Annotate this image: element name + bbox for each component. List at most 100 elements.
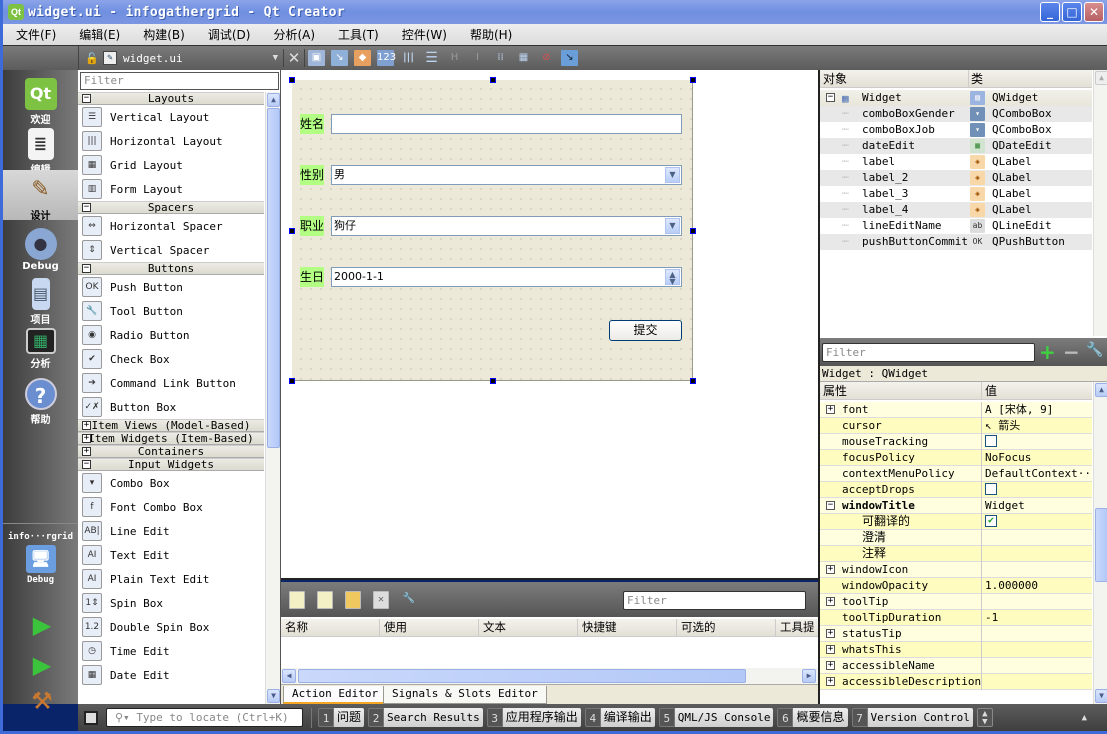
widget-item[interactable]: ▦ Date Edit — [78, 663, 264, 687]
label-gender[interactable]: 性别 — [300, 165, 324, 185]
widget-item[interactable]: ➔ Command Link Button — [78, 371, 264, 395]
column-header[interactable]: 工具提 — [776, 619, 818, 636]
scroll-right-icon[interactable]: ▶ — [802, 669, 816, 683]
output-pane-button[interactable]: 2 Search Results — [368, 708, 483, 727]
property-row[interactable]: mouseTracking — [820, 434, 1092, 450]
column-header[interactable]: 名称 — [281, 619, 380, 636]
output-pane-button[interactable]: 3 应用程序输出 — [486, 708, 581, 727]
configure-wrench-icon[interactable]: 🔧 — [401, 591, 417, 609]
object-tree-row[interactable]: ┈ comboBoxGender ▾ QComboBox — [820, 106, 1092, 122]
resize-handle[interactable] — [690, 228, 696, 234]
property-value[interactable]: DefaultContext··· — [981, 466, 1092, 482]
lock-icon[interactable]: 🔓 — [85, 52, 99, 65]
collapse-icon[interactable]: − — [82, 460, 91, 469]
collapse-icon[interactable]: − — [826, 93, 835, 102]
widget-item[interactable]: ⇕ Vertical Spacer — [78, 238, 264, 262]
output-pane-button[interactable]: 5 QML/JS Console — [658, 708, 774, 727]
property-checkbox[interactable] — [985, 435, 997, 447]
property-scrollbar[interactable]: ▲ ▼ — [1093, 382, 1107, 704]
chevron-down-icon[interactable]: ▼ — [665, 218, 680, 234]
property-row[interactable]: contextMenuPolicy DefaultContext··· — [820, 466, 1092, 482]
property-row[interactable]: acceptDrops — [820, 482, 1092, 498]
widget-item[interactable]: ✓✗ Button Box — [78, 395, 264, 419]
output-pane-button[interactable]: 4 编译输出 — [584, 708, 655, 727]
widget-item[interactable]: OK Push Button — [78, 275, 264, 299]
remove-property-icon[interactable]: − — [1063, 340, 1080, 364]
output-pane-button[interactable]: 6 概要信息 — [777, 708, 848, 727]
property-value[interactable] — [981, 674, 1092, 690]
scroll-thumb[interactable] — [1095, 508, 1107, 582]
form-widget[interactable]: 姓名 性别 男 ▼ 职业 狗仔 ▼ 生日 2000-1-1 ▲ ▼ 提交 — [292, 80, 693, 381]
property-row[interactable]: cursor ↖ 箭头 — [820, 418, 1092, 434]
widget-item[interactable]: ▾ Combo Box — [78, 471, 264, 495]
expand-icon[interactable]: + — [826, 645, 835, 654]
widget-item[interactable]: AB| Line Edit — [78, 519, 264, 543]
object-inspector-scrollbar[interactable]: ▲ — [1093, 70, 1107, 336]
object-tree-row[interactable]: ┈ label_4 ◈ QLabel — [820, 202, 1092, 218]
run-button[interactable]: ▶ — [27, 610, 57, 640]
edit-signals-slots-icon[interactable]: ↘ — [331, 50, 348, 66]
collapse-icon[interactable]: − — [82, 203, 91, 212]
widget-item[interactable]: ⇔ Horizontal Spacer — [78, 214, 264, 238]
expand-icon[interactable]: + — [826, 565, 835, 574]
chevron-down-icon[interactable]: ▼ — [665, 167, 680, 183]
debug-run-button[interactable]: ▶ — [27, 650, 57, 680]
property-filter-input[interactable]: Filter — [822, 343, 1035, 362]
menu-file[interactable]: 文件(F) — [3, 26, 66, 43]
scroll-up-icon[interactable]: ▲ — [267, 93, 280, 107]
configure-wrench-icon[interactable]: 🔧 — [1086, 342, 1103, 358]
expand-icon[interactable]: + — [82, 447, 91, 456]
widget-item[interactable]: 🔧 Tool Button — [78, 299, 264, 323]
splitter-horizontal-icon[interactable]: H — [446, 50, 463, 66]
scroll-up-icon[interactable]: ▲ — [1095, 383, 1107, 397]
name-line-edit[interactable] — [331, 114, 682, 134]
property-value[interactable] — [981, 562, 1092, 578]
mode-analyze[interactable]: ▦ 分析 — [3, 324, 78, 374]
output-pane-button[interactable]: 1 问题 — [318, 708, 365, 727]
property-value[interactable]: Widget — [981, 498, 1092, 514]
property-row[interactable]: − windowTitle Widget — [820, 498, 1092, 514]
collapse-icon[interactable]: − — [826, 501, 835, 510]
widget-category-header[interactable]: − Layouts — [78, 92, 264, 105]
build-hammer-button[interactable]: ⚒ — [27, 686, 57, 716]
expand-icon[interactable]: + — [826, 405, 835, 414]
widget-item[interactable]: 1⇕ Spin Box — [78, 591, 264, 615]
widget-category-header[interactable]: − Input Widgets — [78, 458, 264, 471]
mode-help[interactable]: ? 帮助 — [3, 374, 78, 426]
widget-item[interactable]: AI Plain Text Edit — [78, 567, 264, 591]
edit-buddies-icon[interactable]: ◆ — [354, 50, 371, 66]
form-design-canvas[interactable]: 姓名 性别 男 ▼ 职业 狗仔 ▼ 生日 2000-1-1 ▲ ▼ 提交 — [281, 70, 818, 580]
layout-horizontal-icon[interactable]: ||| — [400, 50, 417, 66]
label-birthday[interactable]: 生日 — [300, 267, 324, 287]
maximize-button[interactable]: □ — [1062, 2, 1082, 22]
property-row[interactable]: + font A [宋体, 9] — [820, 402, 1092, 418]
property-value[interactable]: ↖ 箭头 — [981, 418, 1092, 434]
chevron-down-icon[interactable]: ▼ — [273, 53, 278, 63]
object-tree-row[interactable]: ┈ comboBoxJob ▾ QComboBox — [820, 122, 1092, 138]
widget-item[interactable]: ◉ Radio Button — [78, 323, 264, 347]
property-row[interactable]: 可翻译的 ✔ — [820, 514, 1092, 530]
expand-icon[interactable]: + — [826, 597, 835, 606]
toggle-sidebar-button[interactable] — [84, 710, 98, 725]
menu-debug[interactable]: 调试(D) — [195, 26, 261, 43]
property-value[interactable] — [981, 594, 1092, 610]
birthday-date-edit[interactable]: 2000-1-1 ▲ ▼ — [331, 267, 682, 287]
target-selector[interactable]: info···rgrid 🖥 Debug — [3, 532, 78, 585]
action-filter-input[interactable]: Filter — [623, 591, 806, 610]
widget-category-header[interactable]: + Item Widgets (Item-Based) — [78, 432, 264, 445]
resize-handle[interactable] — [690, 378, 696, 384]
property-row[interactable]: toolTipDuration -1 — [820, 610, 1092, 626]
expand-icon[interactable]: + — [826, 629, 835, 638]
copy-action-icon[interactable] — [317, 590, 333, 609]
mode-welcome[interactable]: Qt 欢迎 — [3, 74, 78, 126]
object-tree-row[interactable]: − ▦ Widget ▨ QWidget — [820, 90, 1092, 106]
property-row[interactable]: + statusTip — [820, 626, 1092, 642]
widget-category-header[interactable]: − Spacers — [78, 201, 264, 214]
property-row[interactable]: 澄清 — [820, 530, 1092, 546]
property-row[interactable]: + accessibleDescription — [820, 674, 1092, 690]
resize-handle[interactable] — [690, 77, 696, 83]
close-document-button[interactable]: ✕ — [283, 49, 305, 67]
resize-handle[interactable] — [289, 228, 295, 234]
menu-edit[interactable]: 编辑(E) — [66, 26, 130, 43]
output-pane-button[interactable]: 7 Version Control — [851, 708, 973, 727]
